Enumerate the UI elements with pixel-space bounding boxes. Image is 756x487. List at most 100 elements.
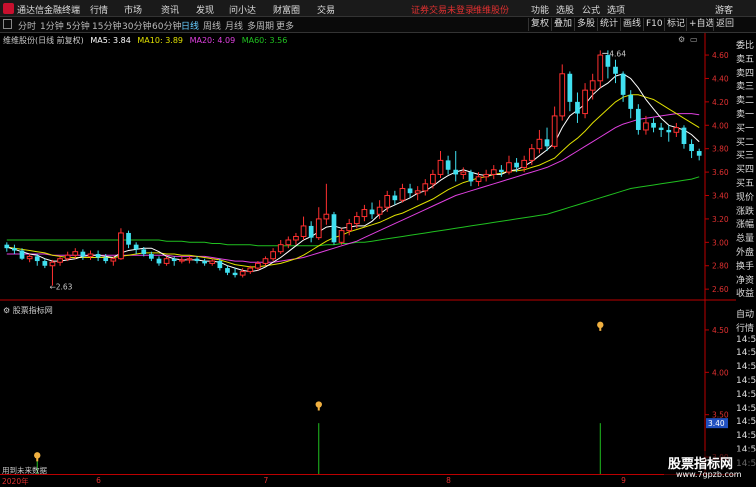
period-1min[interactable]: 1分钟 [40,19,64,32]
tick-row-label: 14:5 [736,417,756,428]
candle [567,71,573,112]
menu-zixun[interactable]: 资讯 [161,3,179,16]
watermark-url: www.7gpzb.com [676,470,742,479]
current-value-label: 3.40 [708,419,725,428]
indicator-panel [34,321,604,474]
ma10-path [6,94,700,268]
candle-body [369,209,375,215]
high-annotation: 4.64 [609,49,626,58]
signal-marker-stem [36,456,39,462]
candle-body [57,258,63,263]
period-multi[interactable]: 多周期 [247,19,274,32]
candle [270,248,276,262]
quote-row-label: 卖一 [736,110,755,120]
candle [399,183,406,203]
candle [392,190,398,205]
candle-body [643,122,649,131]
menu-faxian[interactable]: 发现 [196,3,214,16]
menu-gongshi[interactable]: 公式 [582,3,600,16]
candle [4,242,10,252]
price-tick-label: 4.20 [712,98,729,107]
candle [293,232,299,245]
candle [308,221,314,243]
menu-jiaoyi[interactable]: 交易 [317,3,335,16]
layout-toggle-icon[interactable] [3,19,12,29]
candle-body [407,188,413,194]
candle-body [582,89,588,115]
user-label[interactable]: 游客 [715,3,733,16]
candle [544,127,550,152]
candle [490,165,497,180]
candle [582,83,588,119]
price-axis: 4.60 4.40 4.20 4.00 3.80 3.60 3.40 3.20 3.00 2.80… [705,51,729,462]
period-60min[interactable]: 60分钟 [152,19,181,32]
period-monthly[interactable]: 月线 [225,19,243,32]
candle-body [186,258,193,261]
back-button[interactable]: 返回 [713,18,736,31]
period-more[interactable]: 更多 [276,19,294,32]
candle-body [133,244,139,250]
add-watchlist-button[interactable]: +自选 [686,18,717,31]
candle-body [255,262,261,269]
candle-body [384,195,391,208]
candle [262,256,269,266]
tick-row-label: 14:5 [736,348,756,359]
candle-body [490,169,497,175]
candle-body [270,251,276,260]
quote-row-label: 卖二 [736,96,755,107]
period-weekly[interactable]: 周线 [203,19,221,32]
candle-body [528,148,535,161]
candle [559,64,566,121]
menu-shichang[interactable]: 市场 [124,3,142,16]
quote-row-label: 买四 [736,165,755,176]
menu-wenxiaoda[interactable]: 问小达 [229,3,256,16]
signal-marker-stem [317,405,320,411]
candle-body [353,216,360,225]
candle [589,73,596,100]
period-5min[interactable]: 5分钟 [66,19,90,32]
candle [156,256,162,266]
candle [300,216,307,240]
price-tick-label: 3.00 [712,238,729,247]
period-fenshi[interactable]: 分时 [18,19,36,32]
multi-stock-button[interactable]: 多股 [574,18,597,31]
candle-body [430,173,436,185]
indicator-tick-label: 4.00 [712,368,729,377]
candle-body [338,230,345,243]
menu-xuangu[interactable]: 选股 [556,3,574,16]
candle-body [544,139,550,147]
menu-gongneng[interactable]: 功能 [531,3,549,16]
menu-hangqing[interactable]: 行情 [90,3,108,16]
candles [4,50,702,286]
period-daily[interactable]: 日线 [181,19,199,32]
tick-row-label: 行情 [736,323,755,334]
quote-row-label: 收益 [736,289,755,300]
candle [194,256,200,264]
candlestick-chart[interactable]: 4.64 ←2.63 4.60 4.40 4.20 4.00 3.80 3.60 3.40 3.… [0,33,736,474]
overlay-button[interactable]: 叠加 [551,18,574,31]
candle [620,71,626,102]
quote-row-label: 买五 [736,179,755,189]
f10-button[interactable]: F10 [643,18,665,31]
low-annotation: ←2.63 [49,283,72,292]
period-30min[interactable]: 30分钟 [122,19,151,32]
fuquan-button[interactable]: 复权 [528,18,551,31]
candle [118,228,124,260]
candle-body [506,162,512,173]
candle [126,230,131,249]
stats-button[interactable]: 统计 [597,18,620,31]
mark-button[interactable]: 标记 [664,18,687,31]
menu-xuanxiang[interactable]: 选项 [607,3,625,16]
login-notice[interactable]: 证券交易未登录 [411,3,474,16]
candle-body [468,172,474,182]
candle [422,179,429,196]
period-15min[interactable]: 15分钟 [92,19,121,32]
stock-link[interactable]: 维维股份 [473,3,509,16]
candle-body [673,127,680,133]
draw-button[interactable]: 画线 [620,18,643,31]
candle-body [141,249,147,255]
candle-body [422,183,429,192]
candle-body [620,73,626,95]
candle [331,211,337,245]
menu-caifuquan[interactable]: 财富圈 [273,3,300,16]
